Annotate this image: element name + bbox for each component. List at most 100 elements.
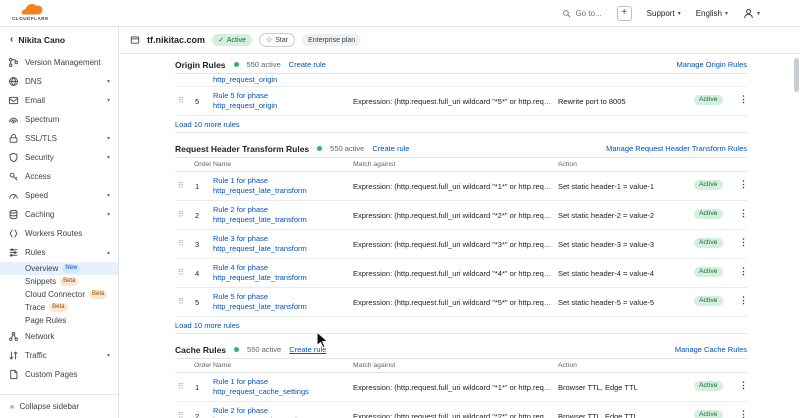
kebab-menu-icon[interactable]: ⋮ — [739, 94, 748, 105]
kebab-menu-icon[interactable]: ⋮ — [739, 295, 748, 306]
manage-rules-link[interactable]: Manage Cache Rules — [675, 345, 747, 354]
rule-name-link[interactable]: Rule 4 for phasehttp_request_late_transf… — [213, 263, 351, 282]
speed-icon — [8, 190, 19, 201]
collapse-label: Collapse sidebar — [19, 402, 79, 411]
sidebar-item-workers-routes[interactable]: Workers Routes — [0, 224, 118, 243]
sidebar-item-caching[interactable]: Caching▾ — [0, 205, 118, 224]
rule-order: 4 — [195, 269, 199, 278]
chevron-down-icon: ▾ — [107, 154, 110, 161]
sidebar-item-speed[interactable]: Speed▾ — [0, 186, 118, 205]
rule-name-link[interactable]: Rule 2 for phasehttp_request_cache_setti… — [213, 406, 351, 418]
sidebar-item-security[interactable]: Security▾ — [0, 148, 118, 167]
load-more-link[interactable]: Load 10 more rules — [175, 120, 240, 129]
sidebar-item-label: Rules — [25, 248, 101, 257]
drag-handle-icon[interactable]: ⠿ — [178, 382, 184, 391]
sidebar-item-dns[interactable]: DNS▾ — [0, 72, 118, 91]
account-back-link[interactable]: ‹ Nikita Cano — [0, 27, 118, 51]
table-column-header: OrderNameMatch againstAction — [175, 359, 747, 373]
logo-wordmark: CLOUDFLARE — [12, 17, 49, 22]
kebab-menu-icon[interactable]: ⋮ — [739, 208, 748, 219]
scrollbar-thumb[interactable] — [794, 58, 799, 92]
load-more-link[interactable]: Load 10 more rules — [175, 321, 240, 330]
kebab-menu-icon[interactable]: ⋮ — [739, 380, 748, 391]
manage-rules-link[interactable]: Manage Request Header Transform Rules — [606, 144, 747, 153]
sidebar-subitem-label: Trace — [25, 303, 45, 312]
column-match-against: Match against — [353, 362, 395, 369]
rule-name-line1: Rule 4 for phase — [213, 263, 351, 273]
create-rule-link[interactable]: Create rule — [289, 60, 326, 69]
drag-handle-icon[interactable]: ⠿ — [178, 96, 184, 105]
rule-match-expression: Expression: (http.request.full_uri wildc… — [353, 182, 553, 191]
drag-handle-icon[interactable]: ⠿ — [178, 297, 184, 306]
sidebar-item-label: Speed — [25, 191, 101, 200]
check-icon: ✓ — [218, 36, 224, 45]
kebab-menu-icon[interactable]: ⋮ — [739, 179, 748, 190]
rule-name-link[interactable]: Rule 5 for phasehttp_request_late_transf… — [213, 292, 351, 311]
collapse-sidebar-button[interactable]: « Collapse sidebar — [0, 394, 118, 418]
cloudflare-logo[interactable]: CLOUDFLARE — [12, 4, 49, 22]
rule-match-expression: Expression: (http.request.full_uri wildc… — [353, 269, 553, 278]
zone-active-label: Active — [227, 36, 246, 45]
table-row: ⠿5Rule 5 for phasehttp_request_originExp… — [175, 87, 747, 116]
drag-handle-icon[interactable]: ⠿ — [178, 411, 184, 418]
sidebar-item-ssl-tls[interactable]: SSL/TLS▾ — [0, 129, 118, 148]
kebab-menu-icon[interactable]: ⋮ — [739, 409, 748, 418]
top-header: CLOUDFLARE Go to... + Support ▾ English … — [0, 0, 800, 27]
sidebar-item-version-management[interactable]: Version Management — [0, 53, 118, 72]
table-row: ⠿ 4 Rule 4 for phasehttp_request_late_tran… — [175, 259, 747, 288]
sidebar-item-spectrum[interactable]: Spectrum — [0, 110, 118, 129]
sidebar-item-page-rules[interactable]: Page Rules — [0, 314, 118, 327]
drag-handle-icon[interactable]: ⠿ — [178, 268, 184, 277]
sidebar-item-cloud-connector[interactable]: Cloud ConnectorBeta — [0, 288, 118, 301]
drag-handle-icon[interactable]: ⠿ — [178, 239, 184, 248]
rule-action: Set static header-3 = value-3 — [558, 240, 690, 249]
sidebar-item-custom-pages[interactable]: Custom Pages — [0, 365, 118, 384]
sidebar-subitem-label: Page Rules — [25, 316, 66, 325]
manage-rules-link[interactable]: Manage Origin Rules — [677, 60, 747, 69]
sidebar-item-snippets[interactable]: SnippetsBeta — [0, 275, 118, 288]
access-icon — [8, 171, 19, 182]
support-label: Support — [647, 9, 675, 18]
rule-order: 2 — [195, 412, 199, 418]
sidebar-item-overview[interactable]: OverviewNew — [0, 262, 118, 275]
chevron-down-icon: ▾ — [678, 10, 681, 17]
rule-order: 5 — [195, 298, 199, 307]
star-button[interactable]: ☆ Star — [259, 33, 295, 47]
kebab-menu-icon[interactable]: ⋮ — [739, 237, 748, 248]
goto-search[interactable]: Go to... — [562, 9, 601, 18]
drag-handle-icon[interactable]: ⠿ — [178, 181, 184, 190]
rule-name-link[interactable]: Rule 3 for phasehttp_request_late_transf… — [213, 234, 351, 253]
status-badge: Active — [694, 209, 723, 219]
sidebar-item-network[interactable]: Network — [0, 327, 118, 346]
rule-match-expression: Expression: (http.request.full_uri wildc… — [353, 298, 553, 307]
section-cache-rules: Cache Rules550 activeCreate ruleManage C… — [175, 341, 747, 418]
rule-name-link[interactable]: Rule 5 for phasehttp_request_origin — [213, 91, 351, 110]
language-menu[interactable]: English ▾ — [696, 9, 728, 18]
kebab-menu-icon[interactable]: ⋮ — [739, 266, 748, 277]
sidebar-item-traffic[interactable]: Traffic▾ — [0, 346, 118, 365]
sidebar-item-rules[interactable]: Rules▴ — [0, 243, 118, 262]
rule-name-link[interactable]: Rule 2 for phasehttp_request_late_transf… — [213, 205, 351, 224]
drag-handle-icon[interactable]: ⠿ — [178, 210, 184, 219]
create-rule-link[interactable]: Create rule — [372, 144, 409, 153]
create-rule-link[interactable]: Create rule — [289, 345, 326, 354]
table-row: ⠿3Rule 3 for phasehttp_request_late_tran… — [175, 230, 747, 259]
sidebar-item-email[interactable]: Email▾ — [0, 91, 118, 110]
sidebar-item-trace[interactable]: TraceBeta — [0, 301, 118, 314]
support-menu[interactable]: Support ▾ — [647, 9, 681, 18]
section-title: Request Header Transform Rules — [175, 144, 309, 154]
add-button[interactable]: + — [617, 6, 632, 21]
sidebar-item-access[interactable]: Access — [0, 167, 118, 186]
rule-name-link[interactable]: Rule 1 for phasehttp_request_cache_setti… — [213, 377, 351, 396]
rule-match-expression: Expression: (http.request.full_uri wildc… — [353, 97, 553, 106]
rule-order: 1 — [195, 182, 199, 191]
rule-name-line1: Rule 3 for phase — [213, 234, 351, 244]
account-menu[interactable]: ▾ — [743, 8, 760, 19]
sidebar-item-label: Email — [25, 96, 101, 105]
rule-name-line1: Rule 1 for phase — [213, 377, 351, 387]
rule-name-link[interactable]: Rule 1 for phasehttp_request_late_transf… — [213, 176, 351, 195]
rule-name-link[interactable]: http_request_origin — [213, 75, 277, 84]
rule-name-line1: Rule 1 for phase — [213, 176, 351, 186]
sidebar-item-label: Spectrum — [25, 115, 110, 124]
security-icon — [8, 152, 19, 163]
